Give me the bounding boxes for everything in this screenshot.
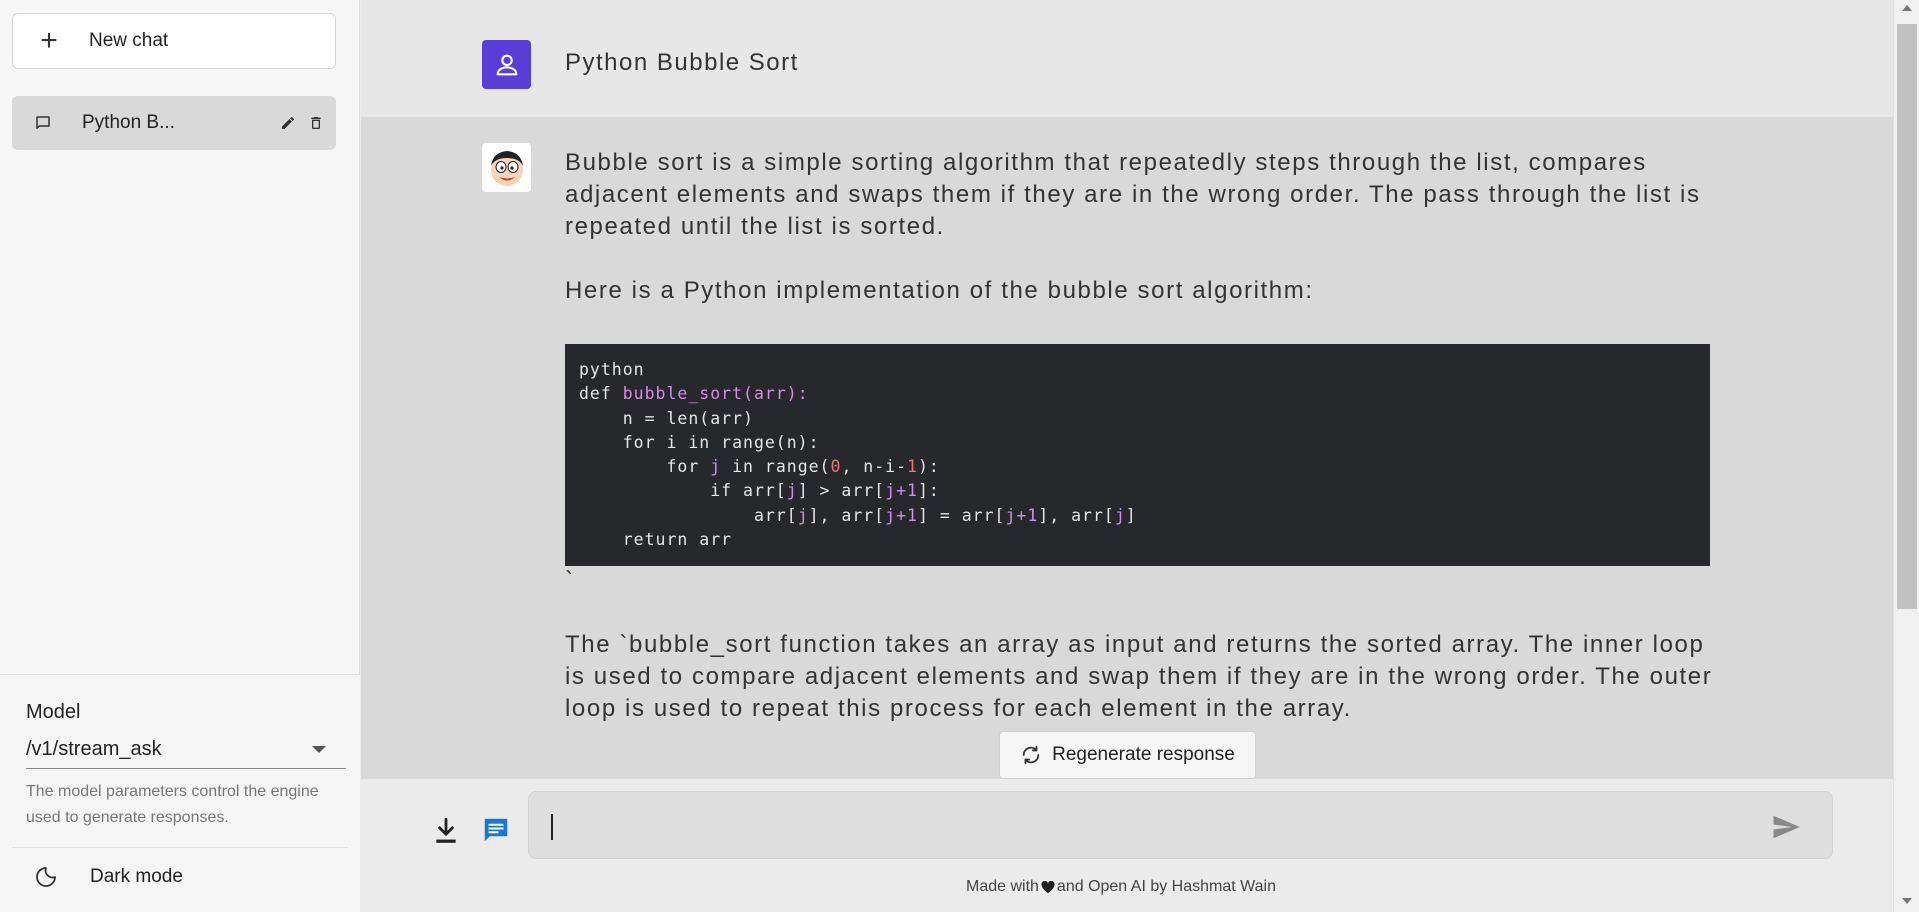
user-icon — [496, 54, 517, 75]
scroll-down-arrow-icon[interactable] — [1902, 898, 1912, 904]
scrollbar-thumb[interactable] — [1897, 24, 1917, 609]
plus-icon: + — [40, 24, 58, 57]
model-select-value: /v1/stream_ask — [26, 738, 162, 760]
answer-paragraph: Here is a Python implementation of the b… — [565, 277, 1314, 304]
footer-prefix: Made with — [966, 878, 1039, 895]
new-chat-label: New chat — [89, 30, 169, 51]
download-icon[interactable] — [433, 816, 459, 846]
footer-suffix: and Open AI by Hashmat Wain — [1056, 878, 1276, 895]
chat-main: Python Bubble Sort Bubble sort is a simp… — [361, 0, 1893, 912]
composer: Made with and Open AI by Hashmat Wain — [361, 779, 1893, 912]
edit-icon[interactable] — [280, 115, 296, 131]
sidebar: + New chat Python B... Model /v1/stream_… — [0, 0, 360, 912]
cartoon-face-icon — [490, 150, 523, 186]
delete-icon[interactable] — [308, 115, 324, 131]
vertical-scrollbar[interactable] — [1893, 0, 1919, 912]
code-line: arr[j], arr[j+1] = arr[j+1], arr[j] — [579, 505, 1137, 525]
dark-mode-label: Dark mode — [90, 865, 183, 887]
code-line: for i in range(n): — [579, 432, 820, 452]
dark-mode-toggle[interactable]: Dark mode — [12, 847, 348, 905]
footer-credit: Made with and Open AI by Hashmat Wain — [966, 878, 1276, 896]
scroll-up-arrow-icon[interactable] — [1902, 5, 1912, 11]
message-icon[interactable] — [481, 815, 511, 845]
moon-icon — [36, 866, 56, 887]
assistant-message: Bubble sort is a simple sorting algorith… — [361, 117, 1893, 779]
code-block: python def bubble_sort(arr): n = len(arr… — [565, 344, 1710, 566]
user-avatar — [482, 40, 531, 89]
bot-avatar — [482, 143, 531, 192]
assistant-message-text: Bubble sort is a simple sorting algorith… — [565, 147, 1715, 307]
code-line: def bubble_sort(arr): — [579, 384, 809, 404]
model-label: Model — [26, 701, 81, 723]
chat-bubble-icon — [36, 116, 50, 129]
code-line: n = len(arr) — [579, 408, 754, 428]
model-help-text: The model parameters control the engine … — [26, 783, 319, 826]
refresh-icon — [1022, 745, 1040, 765]
code-trailer: ` — [565, 567, 573, 594]
answer-paragraph: Bubble sort is a simple sorting algorith… — [565, 149, 1701, 240]
message-input-box[interactable] — [528, 791, 1833, 859]
settings-panel: Model /v1/stream_ask The model parameter… — [0, 674, 360, 912]
dropdown-caret-icon — [312, 746, 326, 753]
code-line: for j in range(0, n-i-1): — [579, 457, 940, 477]
user-message-text: Python Bubble Sort — [565, 49, 799, 76]
code-line: if arr[j] > arr[j+1]: — [579, 481, 940, 501]
regenerate-response-button[interactable]: Regenerate response — [999, 731, 1256, 779]
regenerate-label: Regenerate response — [1052, 744, 1235, 765]
chat-list-item-label: Python B... — [82, 112, 175, 133]
message-input[interactable] — [549, 806, 1729, 846]
text-cursor — [551, 814, 553, 840]
new-chat-button[interactable]: + New chat — [12, 13, 336, 69]
code-line: python — [579, 360, 645, 379]
answer-paragraph: The `bubble_sort function takes an array… — [565, 631, 1713, 722]
user-message: Python Bubble Sort — [361, 0, 1893, 117]
send-icon[interactable] — [1770, 812, 1802, 842]
heart-icon — [1041, 880, 1055, 893]
chat-list-item[interactable]: Python B... — [12, 96, 336, 150]
code-line: return arr — [579, 530, 733, 550]
model-select[interactable]: /v1/stream_ask — [26, 731, 346, 769]
